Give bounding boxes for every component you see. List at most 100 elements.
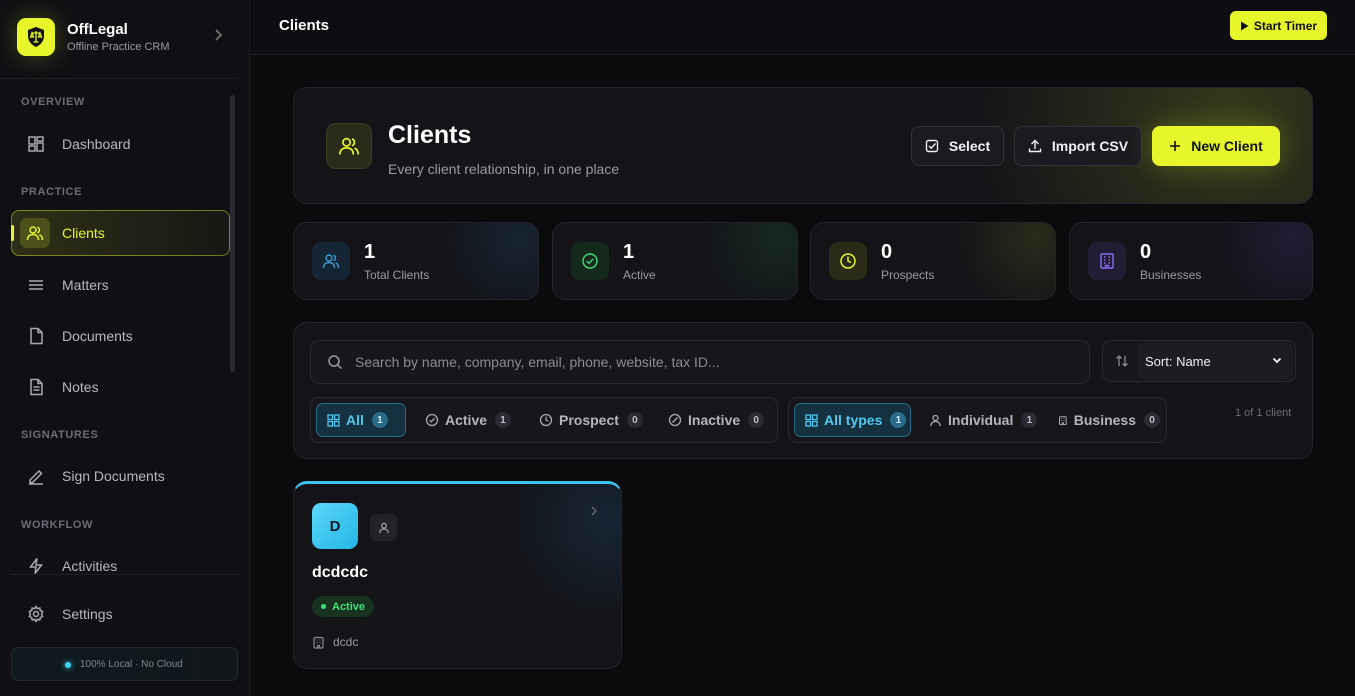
sidebar-item-dashboard[interactable]: Dashboard (11, 121, 230, 167)
filter-type-all[interactable]: All types 1 (794, 403, 911, 437)
chevron-down-icon (1272, 357, 1282, 364)
client-company-name: dcdc (333, 635, 359, 649)
sidebar-item-activities[interactable]: Activities (11, 543, 230, 589)
filter-label: Inactive (688, 412, 741, 428)
filter-label: All (346, 412, 364, 428)
status-badge-label: Active (332, 600, 366, 613)
filter-label: All types (824, 412, 883, 428)
sidebar-item-label: Clients (62, 225, 105, 241)
subheading: Every client relationship, in one place (388, 161, 620, 177)
stat-label: Prospects (881, 268, 935, 282)
shield-scales-icon (17, 18, 55, 56)
start-timer-button[interactable]: Start Timer (1230, 11, 1327, 40)
clients-header-card: Clients Every client relationship, in on… (293, 87, 1313, 204)
person-icon (370, 514, 397, 541)
upload-icon (1028, 139, 1042, 153)
status-dot (65, 662, 71, 668)
page-title: Clients (279, 17, 330, 34)
filter-count: 1 (495, 412, 512, 428)
stat-value: 0 (1140, 241, 1152, 263)
sidebar: OffLegal Offline Practice CRM OVERVIEW D… (0, 0, 250, 696)
sidebar-scrollbar[interactable] (230, 95, 235, 372)
filter-type-individual[interactable]: Individual 1 (919, 403, 1039, 437)
grid-icon (805, 413, 818, 427)
section-label-signatures: SIGNATURES (21, 429, 99, 441)
sidebar-item-label: Activities (62, 558, 118, 574)
users-icon (20, 218, 50, 248)
heading: Clients (388, 121, 472, 149)
section-label-workflow: WORKFLOW (21, 519, 94, 531)
result-count: 1 of 1 client (1235, 407, 1292, 419)
plus-icon (1170, 141, 1181, 151)
slash-circle-icon (668, 413, 682, 427)
stat-label: Businesses (1140, 268, 1202, 282)
sort-control[interactable]: Sort: Name (1102, 340, 1296, 382)
filter-type-business[interactable]: Business 0 (1048, 403, 1160, 437)
select-button[interactable]: Select (911, 126, 1004, 166)
sidebar-item-label: Notes (62, 379, 99, 395)
client-name: dcdcdc (312, 564, 369, 581)
chevron-right-icon (590, 504, 598, 522)
person-icon (930, 414, 941, 426)
brand-subtitle: Offline Practice CRM (67, 41, 170, 53)
brand-name: OffLegal (67, 21, 128, 38)
building-icon (1088, 242, 1126, 280)
stat-card-prospects: 0 Prospects (810, 222, 1056, 300)
building-icon (313, 636, 324, 649)
filters-panel: Search by name, company, email, phone, w… (293, 322, 1313, 459)
search-icon (328, 355, 343, 370)
filter-count: 1 (371, 412, 388, 428)
brand-switcher[interactable]: OffLegal Offline Practice CRM (17, 18, 237, 58)
filter-count: 0 (626, 412, 643, 428)
stat-card-active: 1 Active (552, 222, 798, 300)
search-input[interactable]: Search by name, company, email, phone, w… (310, 340, 1090, 384)
stat-card-total-clients: 1 Total Clients (293, 222, 539, 300)
filter-label: Active (445, 412, 488, 428)
grid-icon (327, 413, 340, 427)
start-timer-label: Start Timer (1253, 18, 1318, 33)
filter-label: Prospect (559, 412, 619, 428)
client-card[interactable]: D dcdcdc Active dcdc (293, 481, 622, 669)
file-icon (24, 324, 48, 348)
building-icon (1059, 415, 1067, 425)
section-label-practice: PRACTICE (21, 186, 83, 198)
stat-label: Active (623, 268, 656, 282)
stat-value: 0 (881, 241, 893, 263)
type-filter-group: All types 1 Individual 1 Business 0 (788, 397, 1167, 443)
sidebar-item-clients[interactable]: Clients (11, 210, 230, 256)
check-circle-icon (425, 413, 439, 427)
stat-label: Total Clients (364, 268, 430, 282)
sidebar-item-matters[interactable]: Matters (11, 262, 230, 308)
sidebar-item-notes[interactable]: Notes (11, 364, 230, 410)
filter-status-active[interactable]: Active 1 (415, 403, 515, 437)
filter-count: 0 (748, 412, 765, 428)
filter-status-all[interactable]: All 1 (316, 403, 406, 437)
clock-icon (829, 242, 867, 280)
sidebar-item-label: Sign Documents (62, 468, 165, 484)
filter-status-inactive[interactable]: Inactive 0 (658, 403, 773, 437)
import-csv-button[interactable]: Import CSV (1014, 126, 1142, 166)
sidebar-item-label: Matters (62, 277, 109, 293)
users-icon (312, 242, 350, 280)
filter-status-prospect[interactable]: Prospect 0 (529, 403, 649, 437)
sidebar-item-settings[interactable]: Settings (11, 591, 230, 637)
local-status-text: 100% Local · No Cloud (80, 658, 183, 670)
sidebar-item-label: Documents (62, 328, 133, 344)
local-status-badge: 100% Local · No Cloud (11, 647, 238, 681)
status-filter-group: All 1 Active 1 Prospect 0 Inactive 0 (310, 397, 778, 443)
check-circle-icon (571, 242, 609, 280)
sidebar-item-sign-documents[interactable]: Sign Documents (11, 453, 230, 499)
filter-count: 0 (1144, 412, 1160, 428)
sidebar-item-documents[interactable]: Documents (11, 313, 230, 359)
status-badge: Active (312, 596, 375, 617)
sort-select[interactable]: Sort: Name (1137, 343, 1293, 379)
select-label: Select (948, 138, 991, 154)
filter-count: 1 (1021, 412, 1038, 428)
topbar: Clients Start Timer (251, 0, 1355, 55)
users-icon (326, 123, 372, 169)
clock-icon (539, 413, 553, 427)
filter-count: 1 (890, 412, 907, 428)
new-client-button[interactable]: New Client (1152, 126, 1280, 166)
status-dot (321, 604, 326, 609)
pen-icon (24, 464, 48, 488)
